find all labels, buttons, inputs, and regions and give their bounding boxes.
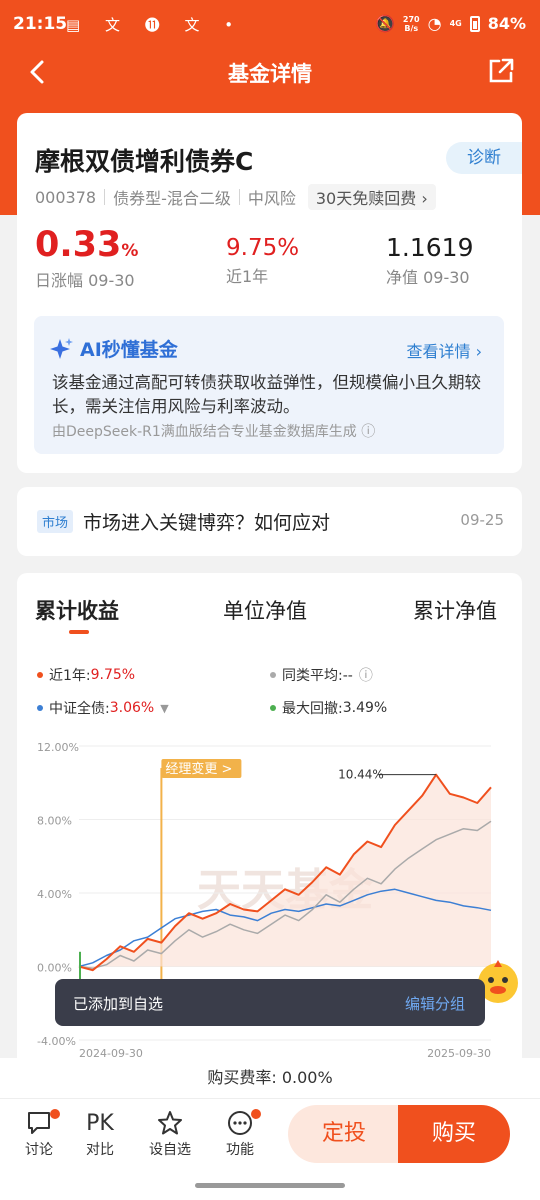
status-right: 🔕 270 B/s ◔ 4G 84%: [375, 14, 526, 33]
yearly-return-label: 近1年: [226, 267, 269, 286]
edit-group-button[interactable]: 编辑分组: [405, 993, 465, 1014]
y-tick-label: 4.00%: [37, 888, 72, 901]
auto-invest-button[interactable]: 定投: [288, 1105, 400, 1163]
more-icon: [228, 1111, 252, 1135]
nav-label: 净值 09-30: [386, 268, 470, 287]
share-icon[interactable]: [486, 56, 516, 86]
status-time: 21:15: [13, 14, 68, 34]
fund-meta: 000378 债券型-混合二级 中风险 30天免赎回费 ›: [35, 184, 436, 210]
fund-risk: 中风险: [247, 189, 296, 208]
compare-button[interactable]: PK 对比: [75, 1107, 125, 1159]
sparkle-icon: [50, 337, 73, 359]
wifi-icon: ◔: [427, 14, 442, 33]
net-speed: 270 B/s: [402, 14, 420, 33]
ai-summary-box[interactable]: AI秒懂基金 查看详情 › 该基金通过高配可转债获取收益弹性，但规模偏小且久期较…: [34, 316, 504, 454]
fund-type: 债券型-混合二级: [113, 189, 231, 208]
ai-more-link[interactable]: 查看详情 ›: [407, 338, 483, 362]
buy-button[interactable]: 购买: [398, 1105, 510, 1163]
divider: [238, 189, 240, 205]
divider: [104, 189, 106, 205]
event-label: 经理变更 >: [165, 761, 232, 777]
notification-dot: [50, 1109, 60, 1119]
add-favorite-button[interactable]: 设自选: [145, 1107, 195, 1159]
fund-code: 000378: [35, 187, 97, 207]
fund-name: 摩根双债增利债券C: [35, 147, 254, 176]
battery-level: 84%: [487, 14, 526, 33]
notification-dot: [251, 1109, 261, 1119]
yearly-return-value: 9.75%: [226, 235, 300, 261]
nav-stat: 1.1619 净值 09-30: [386, 225, 473, 288]
daily-change-label: 日涨幅 09-30: [35, 271, 135, 290]
yearly-return-stat: 9.75% 近1年: [226, 225, 299, 287]
news-tag: 市场: [37, 510, 74, 533]
news-item[interactable]: 市场 市场进入关键博弈？如何应对 09-25: [17, 487, 522, 556]
y-tick-label: 12.00%: [37, 741, 79, 754]
status-bar: 21:15 ▤ 文 ⓫ 文 • 🔕 270 B/s ◔ 4G 84%: [0, 0, 540, 50]
bottom-bar: 讨论 PK 对比 设自选 功能 定投 购买: [0, 1098, 540, 1200]
ai-source-note: 由DeepSeek-R1满血版结合专业基金数据库生成 ⓘ: [52, 424, 376, 440]
nav-value: 1.1619: [386, 233, 474, 262]
page-title: 基金详情: [228, 62, 312, 86]
star-icon: [158, 1111, 182, 1135]
fee-bar: 购买费率: 0.00%: [0, 1058, 540, 1098]
signal-label: 4G: [449, 19, 462, 28]
pk-icon: PK: [86, 1110, 114, 1136]
toast: 已添加到自选 编辑分组: [55, 979, 485, 1026]
redeem-fee-badge[interactable]: 30天免赎回费 ›: [307, 184, 436, 210]
mute-icon: 🔕: [374, 14, 395, 33]
y-tick-label: 0.00%: [37, 962, 72, 975]
chat-bubble-icon: [28, 1112, 50, 1134]
fund-card: 摩根双债增利债券C 诊断 000378 债券型-混合二级 中风险 30天免赎回费…: [17, 113, 522, 473]
ai-title: AI秒懂基金: [50, 335, 178, 362]
ai-summary-text: 该基金通过高配可转债获取收益弹性，但规模偏小且久期较长，需关注信用风险与利率波动…: [52, 373, 481, 416]
daily-change-value: 0.33%: [35, 225, 139, 265]
discuss-button[interactable]: 讨论: [14, 1107, 64, 1159]
battery-icon: [469, 15, 480, 32]
toast-message: 已添加到自选: [73, 995, 164, 1013]
home-indicator[interactable]: [195, 1183, 345, 1188]
y-tick-label: -4.00%: [37, 1035, 76, 1048]
news-title: 市场进入关键博弈？如何应对: [83, 512, 331, 534]
y-tick-label: 8.00%: [37, 815, 72, 828]
diagnose-button[interactable]: 诊断: [446, 142, 522, 174]
functions-button[interactable]: 功能: [215, 1107, 265, 1159]
daily-change-stat: 0.33% 日涨幅 09-30: [35, 225, 138, 291]
peak-label: 10.44%: [338, 768, 384, 782]
nav-bar: 基金详情: [0, 50, 540, 94]
notification-icons: ▤ 文 ⓫ 文 •: [66, 16, 244, 34]
news-date: 09-25: [460, 511, 504, 529]
